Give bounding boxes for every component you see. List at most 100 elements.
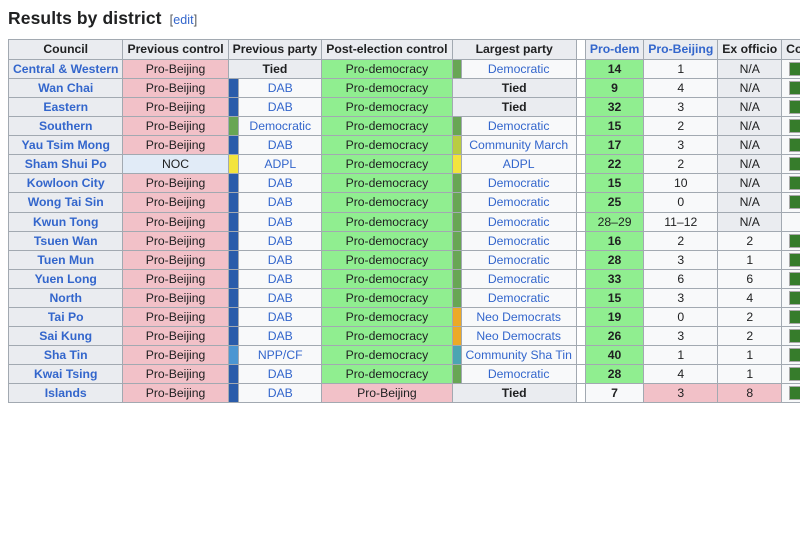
ex-officio-count-cell: 1: [718, 250, 782, 269]
previous-party-cell: DAB: [239, 136, 322, 155]
pro-beijing-link[interactable]: Pro-Beijing: [648, 42, 713, 56]
table-row: Sha TinPro-BeijingNPP/CFPro-democracyCom…: [9, 345, 800, 364]
previous-party-link[interactable]: DAB: [268, 329, 293, 343]
table-row: Sai KungPro-BeijingDABPro-democracyNeo D…: [9, 326, 800, 345]
previous-party-link[interactable]: DAB: [268, 100, 293, 114]
table-row: Yau Tsim MongPro-BeijingDABPro-democracy…: [9, 136, 800, 155]
council-link[interactable]: Tuen Mun: [37, 253, 94, 267]
previous-party-link[interactable]: DAB: [268, 195, 293, 209]
largest-party-link[interactable]: Democratic: [488, 367, 550, 381]
largest-party-cell: Democratic: [461, 212, 576, 231]
council-link[interactable]: Tsuen Wan: [34, 234, 98, 248]
largest-party-link[interactable]: Democratic: [488, 195, 550, 209]
spacer-cell: [576, 250, 585, 269]
largest-party-link[interactable]: Democratic: [488, 176, 550, 190]
largest-party-link[interactable]: Democratic: [488, 253, 550, 267]
council-link[interactable]: Central & Western: [13, 62, 118, 76]
largest-party-link[interactable]: Democratic: [488, 215, 550, 229]
council-link[interactable]: North: [49, 291, 82, 305]
post-election-control-cell: Pro-democracy: [322, 345, 452, 364]
edit-link[interactable]: edit: [173, 13, 194, 27]
largest-party-link[interactable]: Democratic: [488, 272, 550, 286]
previous-party-link[interactable]: DAB: [268, 81, 293, 95]
bar-segment-green: [790, 349, 800, 361]
largest-party-cell: Democratic: [461, 364, 576, 383]
bar-segment-green: [790, 101, 800, 113]
largest-party-link[interactable]: Community Sha Tin: [466, 348, 572, 362]
pro-dem-count-cell: 33: [585, 269, 643, 288]
table-row: Tuen MunPro-BeijingDABPro-democracyDemoc…: [9, 250, 800, 269]
council-link[interactable]: Wan Chai: [38, 81, 93, 95]
largest-party-link[interactable]: Democratic: [488, 234, 550, 248]
composition-cell: [782, 345, 800, 364]
largest-party-cell: Community Sha Tin: [461, 345, 576, 364]
bar-segment-green: [790, 254, 800, 266]
previous-party-link[interactable]: Democratic: [249, 119, 311, 133]
largest-party-link[interactable]: ADPL: [503, 157, 535, 171]
table-row: IslandsPro-BeijingDABPro-BeijingTied738: [9, 383, 800, 402]
council-link[interactable]: Southern: [39, 119, 93, 133]
council-link[interactable]: Islands: [45, 386, 87, 400]
pro-beijing-count-cell: 0: [644, 307, 718, 326]
previous-party-link[interactable]: DAB: [268, 291, 293, 305]
largest-tied-cell: Tied: [452, 79, 576, 98]
largest-party-color-strip: [452, 60, 461, 79]
ex-officio-count-cell: N/A: [718, 60, 782, 79]
previous-party-cell: DAB: [239, 98, 322, 117]
largest-party-link[interactable]: Neo Democrats: [476, 310, 561, 324]
previous-party-link[interactable]: DAB: [268, 215, 293, 229]
table-row: Tai PoPro-BeijingDABPro-democracyNeo Dem…: [9, 307, 800, 326]
table-row: SouthernPro-BeijingDemocraticPro-democra…: [9, 117, 800, 136]
pro-dem-count-cell: 32: [585, 98, 643, 117]
pro-beijing-count-cell: 3: [644, 250, 718, 269]
council-link[interactable]: Eastern: [43, 100, 88, 114]
largest-party-link[interactable]: Democratic: [488, 291, 550, 305]
previous-party-link[interactable]: DAB: [268, 272, 293, 286]
council-link[interactable]: Sham Shui Po: [25, 157, 107, 171]
council-link[interactable]: Tai Po: [48, 310, 84, 324]
previous-party-link[interactable]: NPP/CF: [258, 348, 303, 362]
previous-control-cell: Pro-Beijing: [123, 98, 228, 117]
council-link[interactable]: Sai Kung: [39, 329, 92, 343]
ex-officio-count-cell: 4: [718, 288, 782, 307]
pro-dem-count-cell: 14: [585, 60, 643, 79]
previous-party-link[interactable]: DAB: [268, 253, 293, 267]
previous-party-link[interactable]: DAB: [268, 310, 293, 324]
council-link[interactable]: Kwai Tsing: [34, 367, 97, 381]
composition-cell: [782, 193, 800, 212]
largest-tied-cell: Tied: [452, 383, 576, 402]
largest-party-cell: ADPL: [461, 155, 576, 174]
largest-party-link[interactable]: Community March: [469, 138, 568, 152]
council-cell: Southern: [9, 117, 123, 136]
table-row: Kwai TsingPro-BeijingDABPro-democracyDem…: [9, 364, 800, 383]
header-previous-control: Previous control: [123, 40, 228, 60]
previous-party-link[interactable]: DAB: [268, 386, 293, 400]
composition-bar: [789, 310, 800, 324]
table-header: Council Previous control Previous party …: [9, 40, 800, 60]
council-link[interactable]: Kowloon City: [27, 176, 105, 190]
previous-control-cell: Pro-Beijing: [123, 60, 228, 79]
previous-party-link[interactable]: DAB: [268, 138, 293, 152]
bar-segment-green: [790, 292, 800, 304]
bar-segment-green: [790, 63, 800, 75]
largest-party-link[interactable]: Neo Democrats: [476, 329, 561, 343]
council-link[interactable]: Sha Tin: [44, 348, 88, 362]
pro-beijing-count-cell: 11–12: [644, 212, 718, 231]
composition-bar: [789, 329, 800, 343]
council-cell: Tsuen Wan: [9, 231, 123, 250]
council-link[interactable]: Wong Tai Sin: [28, 195, 104, 209]
previous-party-link[interactable]: DAB: [268, 367, 293, 381]
previous-party-link[interactable]: DAB: [268, 234, 293, 248]
pro-dem-link[interactable]: Pro-dem: [590, 42, 639, 56]
council-link[interactable]: Yau Tsim Mong: [21, 138, 109, 152]
spacer-cell: [576, 307, 585, 326]
composition-cell: [782, 174, 800, 193]
council-link[interactable]: Kwun Tong: [33, 215, 98, 229]
pro-beijing-count-cell: 3: [644, 288, 718, 307]
ex-officio-count-cell: N/A: [718, 79, 782, 98]
previous-party-link[interactable]: DAB: [268, 176, 293, 190]
council-link[interactable]: Yuen Long: [35, 272, 97, 286]
previous-party-link[interactable]: ADPL: [264, 157, 296, 171]
largest-party-link[interactable]: Democratic: [488, 119, 550, 133]
largest-party-link[interactable]: Democratic: [488, 62, 550, 76]
